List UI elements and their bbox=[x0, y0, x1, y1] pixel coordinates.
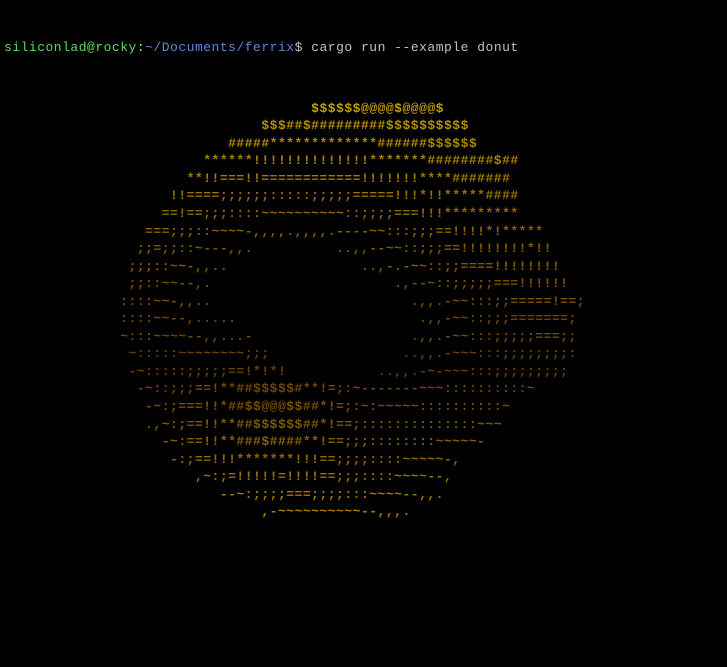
ascii-line: #####*************######$$$$$$ bbox=[4, 135, 723, 153]
ascii-line: ,~:;=!!!!!=!!!!==;;;::::~~~~--, bbox=[4, 468, 723, 486]
ascii-line: -~::;;;==!**##$$$$$#**!=;:~-------~~~:::… bbox=[4, 380, 723, 398]
ascii-line: -~:==!!**###$####**!==;;;::::::::~~~~~- bbox=[4, 433, 723, 451]
prompt-path: ~/Documents/ferrix bbox=[145, 40, 294, 55]
ascii-line: ~:::~~~~--,,...- .,,.-~~:::;;;;;===;; bbox=[4, 328, 723, 346]
ascii-line: .,~:;==!!**##$$$$$$##*!==;::::::::::::::… bbox=[4, 416, 723, 434]
ascii-line: -:;==!!!*******!!!==;;;;::::~~~~~-, bbox=[4, 451, 723, 469]
ascii-line: ::::~~--,..... .,,-~~::;;;=======; bbox=[4, 310, 723, 328]
terminal-output: siliconlad@rocky:~/Documents/ferrix$ car… bbox=[4, 4, 723, 538]
donut-ascii-art: $$$$$$@@@@$@@@@$ $$$##$#########$$$$$$$$… bbox=[4, 100, 723, 521]
ascii-line: ,-~~~~~~~~~~--,,,. bbox=[4, 503, 723, 521]
ascii-line: ******!!!!!!!!!!!!!!*******########$## bbox=[4, 152, 723, 170]
prompt-command: cargo run --example donut bbox=[311, 40, 519, 55]
prompt-sigil: $ bbox=[295, 40, 303, 55]
prompt-separator: : bbox=[137, 40, 145, 55]
ascii-line: -~:::::;;;;;==!*!*! ..,,.-~-~~~:::;;;;;;… bbox=[4, 363, 723, 381]
ascii-line: ;;;::~~-,,.. ..,-.-~~::;;====!!!!!!!! bbox=[4, 258, 723, 276]
ascii-line: --~:;;;;===;;;;:::~~~~--,,. bbox=[4, 486, 723, 504]
ascii-line: $$$##$#########$$$$$$$$$$ bbox=[4, 117, 723, 135]
prompt-line[interactable]: siliconlad@rocky:~/Documents/ferrix$ car… bbox=[4, 39, 723, 57]
ascii-line: $$$$$$@@@@$@@@@$ bbox=[4, 100, 723, 118]
ascii-line: !!====;;;;;;:::::;;;;;=====!!!*!!*****##… bbox=[4, 187, 723, 205]
ascii-line: ;;=;;::~---,,. ..,,--~~::;;;==!!!!!!!!*!… bbox=[4, 240, 723, 258]
ascii-line: ===;;;::~~~~-,,,,.,,,,.----~~:::;;;==!!!… bbox=[4, 223, 723, 241]
ascii-line: ==!==;;;::::~~~~~~~~~~::;;;;===!!!******… bbox=[4, 205, 723, 223]
ascii-line: ~:::::~~~~~~~~;;; ..,,.-~~~:::;;;;;;;;: bbox=[4, 345, 723, 363]
ascii-line: -~:;===!!*##$$@@@$$##*!=;:~:~~~~~:::::::… bbox=[4, 398, 723, 416]
ascii-line: ::::~~-,,.. .,,.-~~:::;;=====!==; bbox=[4, 293, 723, 311]
ascii-line: ;;::~~--,. .,--~::;;;;;===!!!!!! bbox=[4, 275, 723, 293]
ascii-line: **!!===!!============!!!!!!!****####### bbox=[4, 170, 723, 188]
prompt-user-host: siliconlad@rocky bbox=[4, 40, 137, 55]
